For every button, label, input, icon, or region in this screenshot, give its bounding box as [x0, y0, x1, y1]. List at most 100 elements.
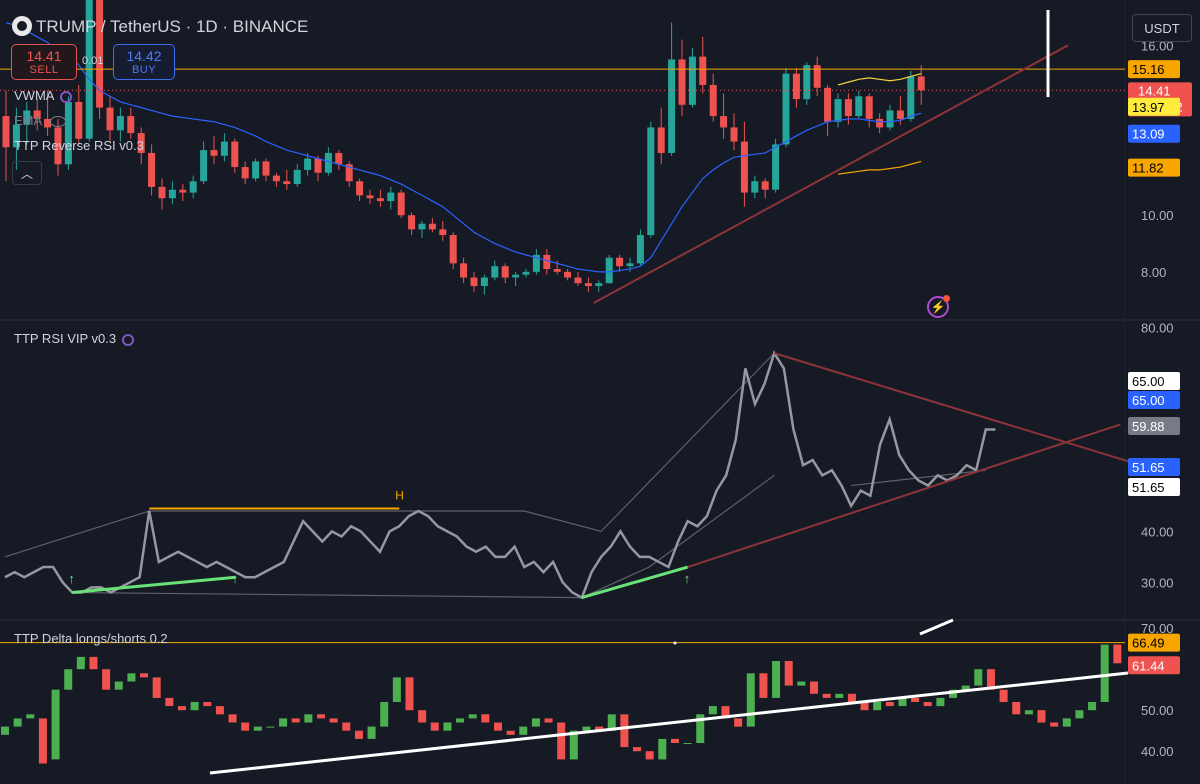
delta-bar	[304, 714, 313, 723]
delta-bar	[1113, 644, 1122, 664]
trump-logo-icon	[12, 16, 32, 36]
price-candle	[761, 181, 769, 190]
price-candle	[553, 269, 561, 272]
delta-bar	[734, 718, 743, 727]
delta-bar	[911, 697, 920, 702]
rsi-axis-tick: 80.00	[1141, 321, 1174, 336]
delta-bar	[468, 714, 477, 719]
current-price-label: 14.41	[1138, 83, 1171, 98]
delta-bar	[127, 673, 136, 682]
delta-bar	[64, 669, 73, 690]
price-candle	[782, 73, 790, 145]
trading-chart[interactable]: 16.0010.008.0015.1614.4110:31:3213.9713.…	[0, 0, 1200, 784]
rsi-high-marker: H	[395, 488, 404, 502]
delta-bar	[443, 722, 452, 731]
delta-bar	[1037, 710, 1046, 723]
sync-icon	[122, 333, 135, 346]
delta-bar	[1024, 710, 1033, 715]
price-candle	[148, 152, 156, 187]
delta-bar	[633, 747, 642, 752]
price-candle	[678, 59, 686, 105]
price-candle	[293, 169, 301, 185]
delta-bar	[102, 669, 111, 690]
buy-button[interactable]: 14.42 BUY	[113, 44, 175, 80]
sell-price: 14.41	[26, 48, 62, 64]
delta-bar	[76, 656, 85, 670]
delta-bar	[140, 673, 149, 678]
price-candle	[418, 223, 426, 230]
delta-bar	[658, 738, 667, 760]
delta-bar	[456, 718, 465, 723]
price-candle	[283, 181, 291, 185]
delta-bar	[885, 702, 894, 707]
price-candle	[480, 277, 488, 287]
delta-bar	[279, 718, 288, 727]
price-candle	[543, 254, 551, 270]
delta-bar	[354, 730, 363, 739]
delta-axis-tick: 50.00	[1141, 703, 1174, 718]
price-candle	[314, 158, 322, 173]
delta-bar	[809, 681, 818, 694]
delta-bar	[493, 722, 502, 731]
price-candle	[324, 152, 332, 173]
delta-bar	[544, 718, 553, 723]
delta-bar	[89, 656, 98, 670]
price-candle	[241, 167, 249, 179]
price-candle	[907, 76, 915, 119]
symbol-title[interactable]: TRUMP / TetherUS · 1D · BINANCE	[36, 17, 308, 37]
price-candle	[688, 56, 696, 105]
price-candle	[751, 181, 759, 193]
reverse-rsi-legend[interactable]: TTP Reverse RSI v0.3	[14, 138, 144, 153]
delta-bar	[1075, 710, 1084, 719]
rsi-vip-legend[interactable]: TTP RSI VIP v0.3	[14, 331, 135, 346]
rsi-current-label: 59.88	[1132, 419, 1165, 434]
currency-select[interactable]: USDT	[1132, 14, 1192, 42]
price-candle	[200, 150, 208, 182]
delta-legend[interactable]: TTP Delta longs/shorts 0.2	[14, 631, 168, 646]
delta-bar	[835, 693, 844, 698]
price-candle	[220, 141, 228, 156]
rsi-vip-label: TTP RSI VIP v0.3	[14, 331, 117, 346]
delta-bar	[797, 681, 806, 686]
price-candle	[855, 96, 863, 117]
delta-bar	[557, 722, 566, 760]
price-candle	[189, 181, 197, 193]
bull-signal-arrow-icon: ↑	[68, 571, 75, 586]
delta-bar	[51, 689, 60, 760]
orange-price-label: 11.82	[1132, 161, 1164, 176]
ema-label: EMA	[14, 113, 43, 128]
price-candle	[439, 229, 447, 236]
hidden-eye-icon[interactable]	[50, 116, 67, 128]
delta-bar	[430, 722, 439, 731]
price-axis-tick: 10.00	[1141, 208, 1174, 223]
price-candle	[408, 215, 416, 230]
price-candle	[917, 76, 925, 91]
price-candle	[231, 141, 239, 168]
delta-bar	[392, 677, 401, 702]
price-axis-tick: 8.00	[1141, 265, 1166, 280]
yellow-price-label: 13.97	[1132, 100, 1165, 115]
price-candle	[64, 101, 72, 165]
price-candle	[168, 189, 176, 199]
price-candle	[584, 283, 592, 287]
collapse-legend-button[interactable]: ︿	[12, 161, 42, 185]
lightning-alert-icon[interactable]: ⚡	[927, 295, 950, 318]
price-candle	[428, 223, 436, 230]
delta-bar	[936, 697, 945, 707]
price-candle	[449, 235, 457, 264]
price-candle	[605, 257, 613, 284]
delta-bar	[203, 702, 212, 707]
price-candle	[127, 116, 135, 134]
price-candle	[824, 87, 832, 122]
ema-legend[interactable]: EMA	[14, 113, 67, 128]
price-candle	[865, 96, 873, 119]
price-candle	[564, 271, 572, 278]
vwma-legend[interactable]: VWMA	[14, 88, 73, 103]
delta-dot	[673, 641, 677, 645]
price-candle	[470, 277, 478, 287]
vwma-label: VWMA	[14, 88, 55, 103]
sell-button[interactable]: 14.41 SELL	[11, 44, 77, 80]
buy-price: 14.42	[126, 48, 162, 64]
delta-bar	[822, 693, 831, 698]
delta-bar	[13, 718, 22, 727]
